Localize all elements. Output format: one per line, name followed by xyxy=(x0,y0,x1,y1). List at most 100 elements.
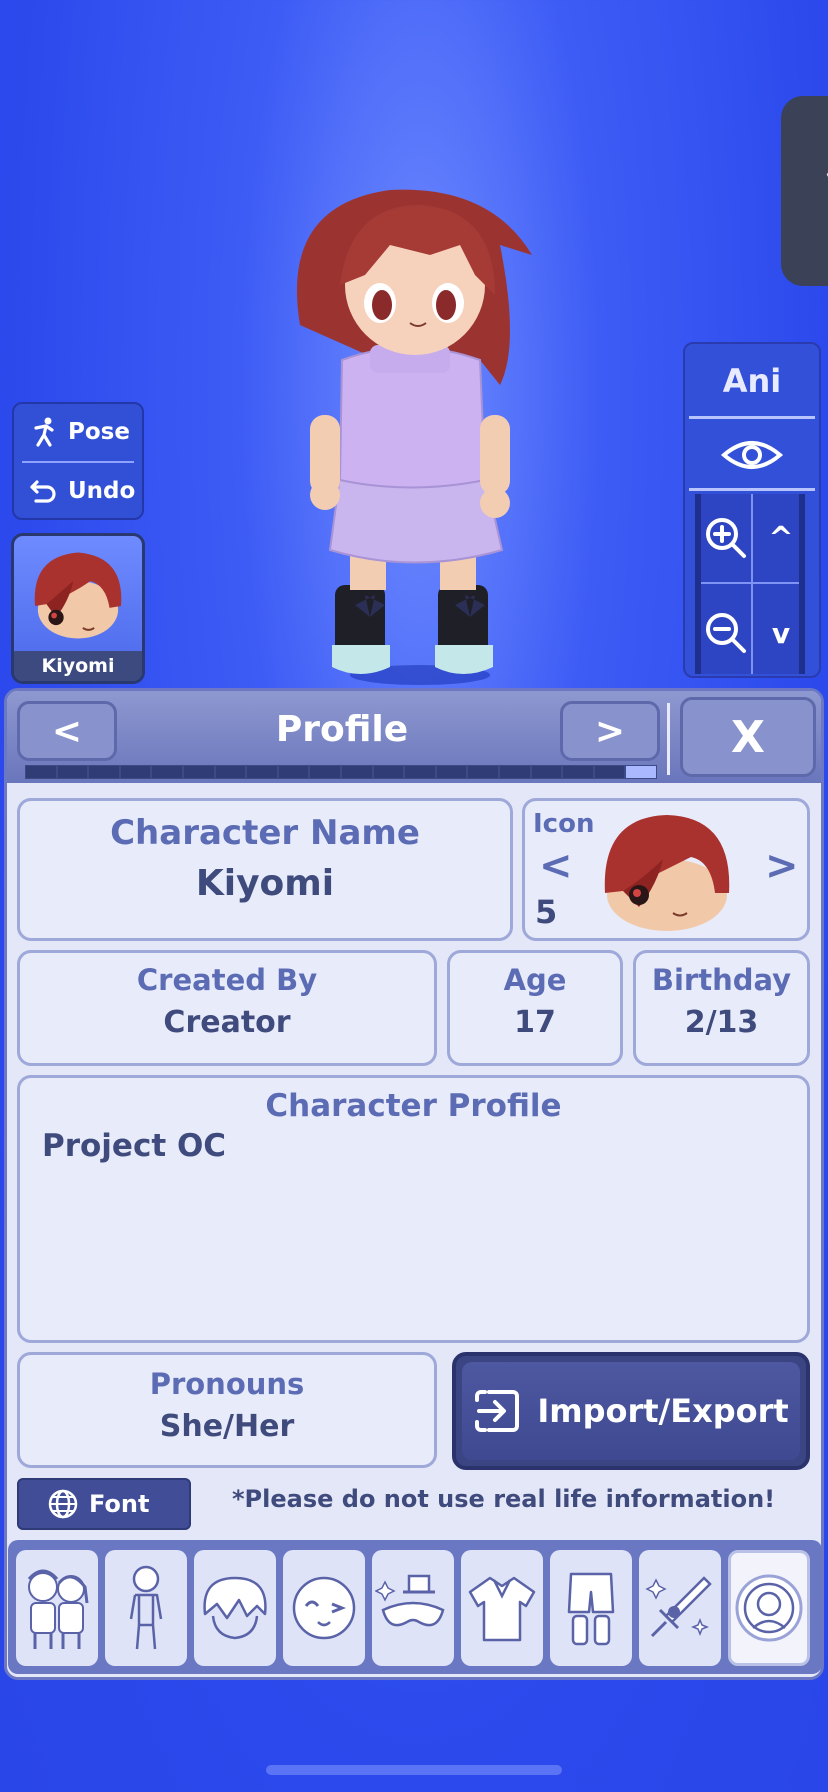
divider xyxy=(689,488,815,491)
pose-button[interactable]: Pose xyxy=(14,404,142,460)
character-name-label: Character Name xyxy=(110,813,420,853)
progress-segment xyxy=(310,766,340,778)
chevron-down-icon: v xyxy=(771,616,791,650)
pronouns-value: She/Her xyxy=(159,1409,295,1444)
globe-icon xyxy=(48,1489,78,1519)
created-by-field[interactable]: Created By Creator xyxy=(17,950,437,1066)
hair-icon xyxy=(203,1576,267,1640)
progress-segment xyxy=(499,766,530,778)
progress-segment xyxy=(152,766,182,778)
icon-selector: Icon < 5 > xyxy=(522,798,810,941)
profile-avatar-icon xyxy=(735,1574,803,1642)
progress-segment xyxy=(468,766,498,778)
age-value: 17 xyxy=(514,1005,556,1040)
body-tab[interactable] xyxy=(105,1550,187,1666)
side-panel-toggle[interactable]: 〈 xyxy=(781,96,828,286)
clothes-bottom-tab[interactable] xyxy=(550,1550,632,1666)
hat-mask-icon xyxy=(375,1574,445,1627)
icon-preview xyxy=(604,815,730,931)
character-preview[interactable] xyxy=(270,185,590,685)
undo-button[interactable]: Undo xyxy=(14,463,142,519)
two-characters-icon xyxy=(27,1569,89,1649)
items-tab[interactable] xyxy=(639,1550,721,1666)
eye-icon xyxy=(720,441,784,469)
close-button[interactable]: X xyxy=(680,697,816,777)
progress-segment xyxy=(594,766,625,778)
pose-undo-controls: Pose Undo xyxy=(12,402,144,520)
prev-page-button[interactable]: < xyxy=(17,701,117,761)
zoom-out-icon xyxy=(706,613,746,653)
font-label: Font xyxy=(89,1490,150,1518)
age-label: Age xyxy=(503,963,567,997)
profile-tab[interactable] xyxy=(728,1550,810,1666)
chevron-up-icon: ^ xyxy=(768,520,794,556)
import-export-button[interactable]: Import/Export xyxy=(452,1352,810,1470)
divider xyxy=(689,416,815,419)
progress-segment xyxy=(405,766,435,778)
icon-number: 5 xyxy=(535,893,558,931)
icon-next-button[interactable]: > xyxy=(765,843,799,889)
character-profile-label: Character Profile xyxy=(265,1088,562,1124)
character-head-icon xyxy=(34,552,122,639)
font-button[interactable]: Font xyxy=(17,1478,191,1530)
hair-tab[interactable] xyxy=(194,1550,276,1666)
progress-segment xyxy=(57,766,88,778)
pronouns-label: Pronouns xyxy=(149,1367,305,1401)
panel-title: Profile xyxy=(275,709,409,750)
progress-segment xyxy=(626,766,656,778)
clothes-top-tab[interactable] xyxy=(461,1550,543,1666)
progress-segment xyxy=(531,766,562,778)
created-by-label: Created By xyxy=(136,963,318,997)
import-export-label: Import/Export xyxy=(537,1392,789,1430)
move-down-button[interactable]: v xyxy=(755,594,807,672)
icon-prev-button[interactable]: < xyxy=(539,843,573,889)
progress-segment xyxy=(89,766,119,778)
zoom-in-button[interactable] xyxy=(701,499,751,577)
character-name-field[interactable]: Character Name Kiyomi xyxy=(17,798,513,941)
category-tab-bar xyxy=(8,1540,822,1674)
birthday-label: Birthday xyxy=(651,963,792,997)
created-by-value: Creator xyxy=(163,1005,291,1040)
face-icon xyxy=(292,1576,356,1640)
zoom-out-button[interactable] xyxy=(701,594,751,672)
pose-label: Pose xyxy=(68,419,130,445)
body-figure-icon xyxy=(129,1565,163,1650)
panel-header: < Profile > X xyxy=(7,691,821,783)
chevron-right-icon: > xyxy=(594,710,626,752)
character-name-label: Kiyomi xyxy=(14,651,142,681)
progress-segment xyxy=(341,766,372,778)
accessories-tab[interactable] xyxy=(372,1550,454,1666)
sword-sparkle-icon xyxy=(645,1576,712,1638)
age-field[interactable]: Age 17 xyxy=(447,950,623,1066)
birthday-field[interactable]: Birthday 2/13 xyxy=(633,950,810,1066)
next-page-button[interactable]: > xyxy=(560,701,660,761)
progress-segment xyxy=(215,766,246,778)
progress-segment xyxy=(26,766,56,778)
divider xyxy=(667,703,670,775)
characters-tab[interactable] xyxy=(16,1550,98,1666)
view-controls: Ani ^ v xyxy=(683,342,821,678)
birthday-value: 2/13 xyxy=(684,1005,759,1040)
undo-arrow-icon xyxy=(30,480,56,503)
chevron-left-icon: 〈 xyxy=(789,146,828,210)
progress-segment xyxy=(278,766,309,778)
animation-button[interactable]: Ani xyxy=(685,362,819,400)
character-profile-value: Project OC xyxy=(42,1128,227,1164)
import-export-icon xyxy=(475,1390,520,1432)
icon-label: Icon xyxy=(533,809,595,839)
pronouns-field[interactable]: Pronouns She/Her xyxy=(17,1352,437,1468)
pose-figure-icon xyxy=(34,417,54,447)
privacy-notice: *Please do not use real life information… xyxy=(232,1485,776,1513)
visibility-toggle[interactable] xyxy=(685,422,819,488)
progress-segment xyxy=(183,766,214,778)
progress-segment xyxy=(120,766,151,778)
character-slot[interactable]: Kiyomi xyxy=(11,533,145,684)
progress-segment xyxy=(247,766,277,778)
home-indicator[interactable] xyxy=(266,1765,562,1775)
character-name-value: Kiyomi xyxy=(195,863,335,904)
page-progress-bar xyxy=(25,765,657,779)
character-profile-field[interactable]: Character Profile Project OC xyxy=(17,1075,810,1343)
progress-segment xyxy=(373,766,404,778)
move-up-button[interactable]: ^ xyxy=(755,499,807,577)
face-tab[interactable] xyxy=(283,1550,365,1666)
